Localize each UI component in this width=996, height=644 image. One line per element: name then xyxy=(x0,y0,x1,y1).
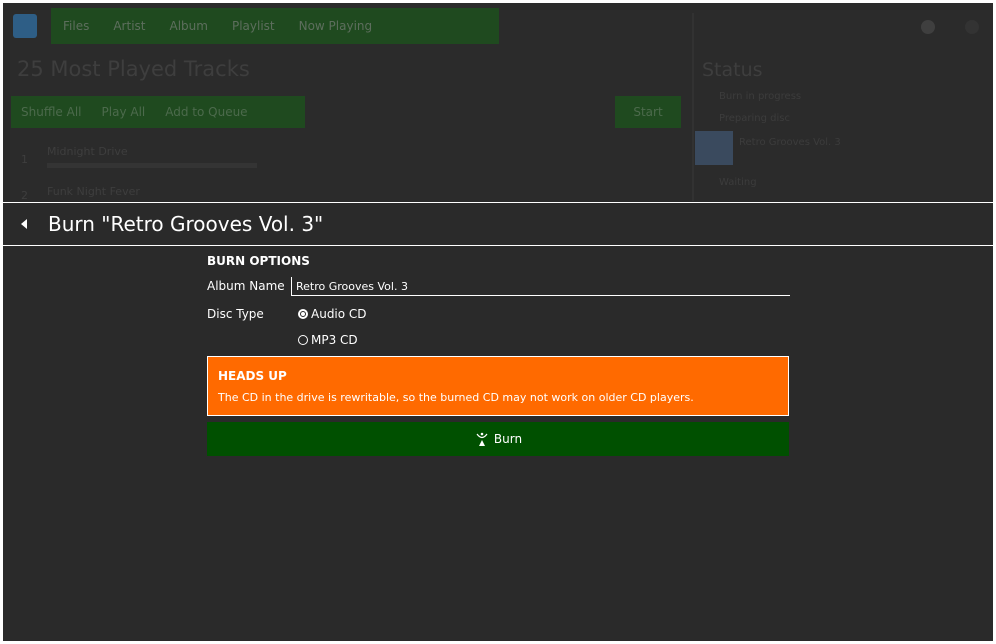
album-name-input[interactable] xyxy=(291,277,790,296)
status-line: Preparing disc xyxy=(719,113,790,124)
back-button[interactable] xyxy=(13,213,35,235)
nav-item-artist: Artist xyxy=(113,19,146,33)
burn-button[interactable]: Burn xyxy=(207,422,789,456)
background-actions: Shuffle All Play All Add to Queue xyxy=(11,96,305,128)
nav-item-playlist: Playlist xyxy=(231,19,275,33)
status-title: Status xyxy=(702,59,763,81)
track-number: 2 xyxy=(21,189,28,202)
radio-unselected-icon[interactable] xyxy=(298,335,308,345)
background-divider xyxy=(692,13,694,201)
album-name-row: Album Name xyxy=(207,275,790,299)
section-title: BURN OPTIONS xyxy=(207,254,310,268)
background-toolbar: Files Artist Album Playlist Now Playing xyxy=(3,3,693,48)
settings-icon xyxy=(921,20,935,34)
radio-selected-icon[interactable] xyxy=(298,309,308,319)
status-line: Retro Grooves Vol. 3 xyxy=(739,137,841,148)
disc-type-label: Disc Type xyxy=(207,307,264,321)
back-arrow-icon xyxy=(21,219,27,229)
background-start-button: Start xyxy=(615,96,681,128)
background-app: Files Artist Album Playlist Now Playing … xyxy=(3,3,993,202)
app-window: Files Artist Album Playlist Now Playing … xyxy=(3,3,993,641)
track-title: Midnight Drive xyxy=(47,145,128,158)
disc-type-mp3-cd[interactable]: MP3 CD xyxy=(298,333,358,347)
radio-label: Audio CD xyxy=(311,307,367,321)
menu-icon xyxy=(965,20,979,34)
cd-icon xyxy=(695,131,733,165)
modal-header: Burn "Retro Grooves Vol. 3" xyxy=(3,202,993,246)
track-subline xyxy=(47,163,257,168)
disc-type-audio-cd[interactable]: Audio CD xyxy=(298,307,367,321)
nav-item-now-playing: Now Playing xyxy=(298,19,373,33)
status-line: Waiting xyxy=(719,177,757,188)
burn-button-label: Burn xyxy=(493,432,523,446)
alert-title: HEADS UP xyxy=(218,369,287,383)
nav-item-files: Files xyxy=(63,19,90,33)
background-action-play: Play All xyxy=(101,105,146,119)
radio-label: MP3 CD xyxy=(311,333,358,347)
background-heading: 25 Most Played Tracks xyxy=(17,57,250,81)
warning-alert: HEADS UP The CD in the drive is rewritab… xyxy=(207,356,789,416)
status-line: Burn in progress xyxy=(719,91,802,102)
disc-type-row: Disc Type Audio CD MP3 CD xyxy=(207,303,789,351)
app-logo-icon xyxy=(13,14,37,38)
burn-options-form: BURN OPTIONS Album Name Disc Type Audio … xyxy=(207,253,790,351)
nav-item-album: Album xyxy=(169,19,208,33)
album-name-label: Album Name xyxy=(207,279,285,293)
modal-title: Burn "Retro Grooves Vol. 3" xyxy=(48,212,324,236)
burn-icon xyxy=(476,432,488,446)
background-nav: Files Artist Album Playlist Now Playing xyxy=(51,8,499,44)
track-number: 1 xyxy=(21,153,28,166)
background-action-queue: Add to Queue xyxy=(165,105,248,119)
track-title: Funk Night Fever xyxy=(47,185,140,198)
alert-text: The CD in the drive is rewritable, so th… xyxy=(218,391,694,404)
background-action-shuffle: Shuffle All xyxy=(21,105,82,119)
